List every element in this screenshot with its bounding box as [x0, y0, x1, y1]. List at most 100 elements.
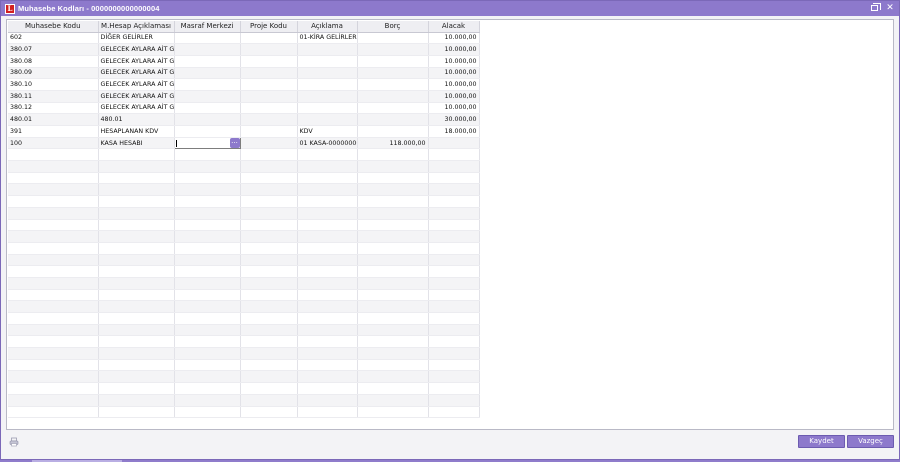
table-row[interactable]	[8, 183, 480, 197]
grid-cell[interactable]	[297, 148, 358, 162]
grid-cell[interactable]	[98, 195, 175, 208]
grid-cell[interactable]: 10.000,00	[428, 55, 480, 68]
grid-cell[interactable]: 380.08	[8, 55, 99, 68]
table-row[interactable]	[8, 148, 480, 162]
grid-cell[interactable]	[297, 78, 358, 91]
grid-cell[interactable]: GELECEK AYLARA AİT GEL	[98, 102, 175, 115]
grid-cell[interactable]	[174, 207, 241, 220]
grid-cell[interactable]	[297, 406, 358, 419]
grid-cell[interactable]	[174, 183, 241, 197]
grid-cell[interactable]	[8, 347, 99, 360]
grid-cell[interactable]	[98, 172, 175, 185]
grid-cell[interactable]	[297, 394, 358, 407]
grid-cell[interactable]	[8, 289, 99, 302]
grid-cell[interactable]	[428, 406, 480, 419]
grid-cell[interactable]: 602	[8, 32, 99, 45]
grid-cell[interactable]	[174, 148, 241, 162]
restore-button[interactable]	[871, 3, 881, 13]
grid-cell[interactable]	[357, 242, 429, 255]
column-header[interactable]: Açıklama	[297, 21, 358, 33]
grid-cell[interactable]	[240, 32, 298, 45]
grid-cell[interactable]	[8, 160, 99, 173]
grid-cell[interactable]	[428, 254, 480, 267]
grid-cell[interactable]	[98, 242, 175, 255]
grid-cell[interactable]	[428, 324, 480, 337]
table-row[interactable]	[8, 242, 480, 255]
grid-cell[interactable]	[357, 219, 429, 232]
table-row[interactable]: 380.12 GELECEK AYLARA AİT GEL 10.000,00	[8, 102, 480, 115]
grid-cell[interactable]	[297, 242, 358, 255]
grid-cell[interactable]	[240, 254, 298, 267]
grid-cell[interactable]	[297, 102, 358, 115]
grid-cell[interactable]: GELECEK AYLARA AİT GEL	[98, 78, 175, 91]
grid-cell[interactable]	[357, 359, 429, 372]
grid-cell[interactable]	[357, 324, 429, 337]
grid-cell[interactable]	[174, 254, 241, 267]
grid-cell[interactable]	[428, 242, 480, 255]
grid-cell[interactable]	[428, 382, 480, 395]
grid-cell[interactable]	[8, 207, 99, 220]
grid-cell[interactable]	[98, 160, 175, 173]
grid-cell[interactable]	[98, 324, 175, 337]
table-row[interactable]	[8, 359, 480, 372]
grid-cell[interactable]	[174, 90, 241, 103]
grid-cell[interactable]	[174, 406, 241, 419]
grid-cell[interactable]: HESAPLANAN KDV	[98, 125, 175, 138]
table-row[interactable]: 380.10 GELECEK AYLARA AİT GEL 10.000,00	[8, 78, 480, 91]
table-row[interactable]	[8, 312, 480, 325]
grid-cell[interactable]	[174, 55, 241, 68]
grid-cell[interactable]	[357, 32, 429, 45]
grid-cell[interactable]	[428, 289, 480, 302]
grid-cell[interactable]	[174, 324, 241, 337]
grid-cell[interactable]	[357, 370, 429, 384]
grid-cell[interactable]	[240, 78, 298, 91]
grid-cell[interactable]	[8, 394, 99, 407]
grid-cell[interactable]	[297, 277, 358, 290]
grid-cell[interactable]	[8, 335, 99, 349]
grid-cell[interactable]	[174, 43, 241, 56]
table-row[interactable]	[8, 289, 480, 302]
grid-cell[interactable]: GELECEK AYLARA AİT GEL	[98, 55, 175, 68]
grid-cell[interactable]	[240, 137, 298, 150]
grid-cell[interactable]	[174, 394, 241, 407]
grid-cell[interactable]	[98, 219, 175, 232]
grid-cell[interactable]	[357, 394, 429, 407]
grid-cell[interactable]: 10.000,00	[428, 78, 480, 91]
grid-cell[interactable]	[357, 55, 429, 68]
grid-cell[interactable]	[357, 207, 429, 220]
grid-cell[interactable]	[98, 394, 175, 407]
grid-cell[interactable]	[8, 195, 99, 208]
grid-cell[interactable]: GELECEK AYLARA AİT GEL	[98, 67, 175, 80]
table-row[interactable]	[8, 195, 480, 208]
cost-center-input[interactable]: ...	[173, 136, 241, 150]
grid-cell[interactable]	[428, 219, 480, 232]
grid-cell[interactable]	[240, 160, 298, 173]
grid-cell[interactable]	[8, 324, 99, 337]
lookup-button[interactable]: ...	[229, 138, 239, 148]
grid-cell[interactable]: KASA HESABI	[98, 137, 175, 150]
grid-cell[interactable]	[297, 183, 358, 197]
grid-cell[interactable]	[240, 219, 298, 232]
grid-cell[interactable]	[8, 148, 99, 162]
grid-cell[interactable]	[240, 67, 298, 80]
grid-cell[interactable]: DİĞER GELİRLER	[98, 32, 175, 45]
grid-cell[interactable]	[357, 230, 429, 243]
grid-cell[interactable]	[357, 300, 429, 313]
grid-cell[interactable]: 380.07	[8, 43, 99, 56]
table-row[interactable]	[8, 277, 480, 290]
table-row[interactable]	[8, 370, 480, 384]
grid-cell[interactable]: 380.12	[8, 102, 99, 115]
grid-cell[interactable]	[174, 289, 241, 302]
grid-cell[interactable]	[240, 394, 298, 407]
grid-cell[interactable]: 100	[8, 137, 99, 150]
grid-cell[interactable]	[297, 347, 358, 360]
cancel-button[interactable]: Vazgeç	[847, 435, 894, 448]
grid-cell[interactable]	[428, 394, 480, 407]
grid-cell[interactable]	[174, 32, 241, 45]
grid-cell[interactable]	[174, 335, 241, 349]
grid-cell[interactable]: KDV	[297, 125, 358, 138]
grid-cell[interactable]	[297, 370, 358, 384]
grid-cell[interactable]	[98, 312, 175, 325]
grid-cell[interactable]	[428, 148, 480, 162]
grid-cell[interactable]	[8, 265, 99, 278]
